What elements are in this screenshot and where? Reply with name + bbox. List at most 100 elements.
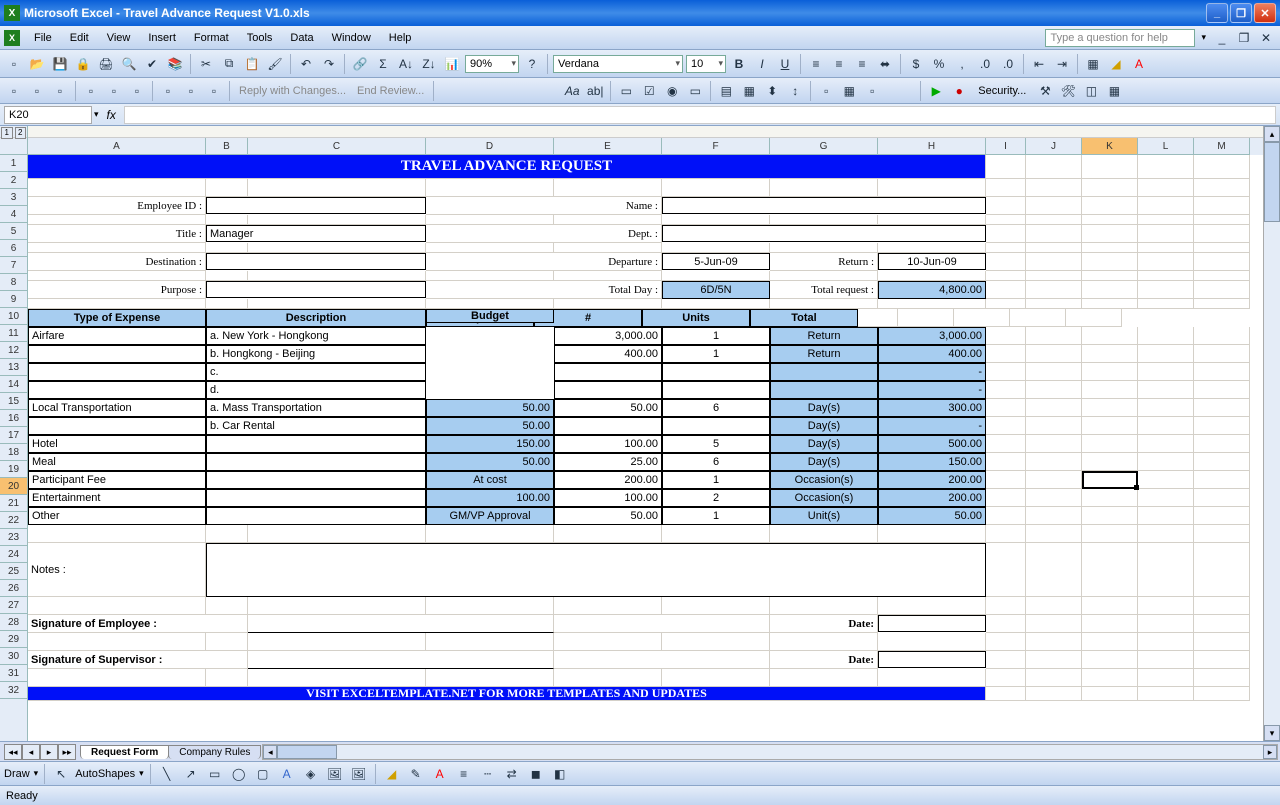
forms-icon[interactable]: ▫ bbox=[816, 81, 836, 101]
cell[interactable] bbox=[426, 215, 554, 225]
cell-num[interactable]: 6 bbox=[662, 453, 770, 471]
cell[interactable] bbox=[554, 615, 770, 633]
cell[interactable] bbox=[1138, 507, 1194, 525]
cell[interactable] bbox=[986, 299, 1026, 309]
cell[interactable] bbox=[1194, 615, 1250, 633]
cell[interactable] bbox=[986, 651, 1026, 669]
cell-request[interactable]: 25.00 bbox=[554, 453, 662, 471]
cell[interactable] bbox=[1026, 417, 1082, 435]
row-header-32[interactable]: 32 bbox=[0, 682, 27, 699]
cell[interactable] bbox=[770, 597, 878, 615]
arrowstyle-icon[interactable]: ⇄ bbox=[502, 764, 522, 784]
sheet-tab-request-form[interactable]: Request Form bbox=[80, 745, 169, 759]
cell[interactable] bbox=[426, 597, 554, 615]
cell-budget[interactable]: At cost bbox=[426, 471, 554, 489]
cell[interactable] bbox=[1138, 633, 1194, 651]
cell[interactable] bbox=[554, 299, 662, 309]
cell[interactable] bbox=[1026, 507, 1082, 525]
cell[interactable] bbox=[206, 243, 248, 253]
tb-icon[interactable]: ▫ bbox=[204, 81, 224, 101]
row-header-25[interactable]: 25 bbox=[0, 563, 27, 580]
fontcolor-icon[interactable]: A bbox=[430, 764, 450, 784]
cell[interactable] bbox=[1194, 271, 1250, 281]
new-icon[interactable]: ▫ bbox=[4, 54, 24, 74]
formula-bar[interactable] bbox=[124, 106, 1276, 124]
cell[interactable] bbox=[1082, 471, 1138, 489]
cell-request[interactable]: 400.00 bbox=[554, 345, 662, 363]
cell-request[interactable]: 3,000.00 bbox=[554, 327, 662, 345]
cell[interactable] bbox=[986, 225, 1026, 243]
cell-request[interactable]: 200.00 bbox=[554, 471, 662, 489]
cell[interactable] bbox=[554, 525, 662, 543]
row-header-9[interactable]: 9 bbox=[0, 291, 27, 308]
copy-icon[interactable]: ⧉ bbox=[219, 54, 239, 74]
align-center-icon[interactable]: ≡ bbox=[829, 54, 849, 74]
departure-input[interactable]: 5-Jun-09 bbox=[662, 253, 770, 270]
cell[interactable] bbox=[662, 271, 770, 281]
outline-1-button[interactable]: 1 bbox=[1, 127, 13, 139]
cell[interactable] bbox=[1026, 179, 1082, 197]
cell[interactable] bbox=[1194, 651, 1250, 669]
wordart-icon[interactable]: A bbox=[277, 764, 297, 784]
cell[interactable] bbox=[1010, 309, 1066, 327]
row-header-5[interactable]: 5 bbox=[0, 223, 27, 240]
cell[interactable] bbox=[206, 179, 248, 197]
cell[interactable] bbox=[554, 597, 662, 615]
cell[interactable] bbox=[986, 543, 1026, 597]
minimize-button[interactable]: _ bbox=[1206, 3, 1228, 23]
col-header-B[interactable]: B bbox=[206, 138, 248, 155]
cell-type[interactable]: Participant Fee bbox=[28, 471, 206, 489]
cell[interactable] bbox=[28, 215, 206, 225]
row-header-6[interactable]: 6 bbox=[0, 240, 27, 257]
cell[interactable] bbox=[1194, 597, 1250, 615]
cell[interactable] bbox=[554, 179, 662, 197]
cell-request[interactable] bbox=[554, 363, 662, 381]
cell[interactable] bbox=[1082, 345, 1138, 363]
cell[interactable] bbox=[28, 633, 206, 651]
cell[interactable] bbox=[426, 271, 554, 281]
sort-desc-icon[interactable]: Z↓ bbox=[419, 54, 439, 74]
col-header-C[interactable]: C bbox=[248, 138, 426, 155]
cell[interactable] bbox=[986, 243, 1026, 253]
cell[interactable] bbox=[1138, 543, 1194, 597]
cell[interactable] bbox=[1138, 215, 1194, 225]
spell-icon[interactable]: ✔ bbox=[142, 54, 162, 74]
cell-num[interactable]: 1 bbox=[662, 327, 770, 345]
col-header-F[interactable]: F bbox=[662, 138, 770, 155]
select-icon[interactable]: ↖ bbox=[51, 764, 71, 784]
cell[interactable] bbox=[1026, 597, 1082, 615]
cell[interactable] bbox=[878, 633, 986, 651]
3d-icon[interactable]: ◧ bbox=[550, 764, 570, 784]
currency-icon[interactable]: $ bbox=[906, 54, 926, 74]
cell-desc[interactable] bbox=[206, 471, 426, 489]
cell[interactable] bbox=[28, 597, 206, 615]
menu-insert[interactable]: Insert bbox=[140, 30, 184, 46]
cell[interactable] bbox=[1082, 197, 1138, 215]
cut-icon[interactable]: ✂ bbox=[196, 54, 216, 74]
permission-icon[interactable]: 🔒 bbox=[73, 54, 93, 74]
return-input[interactable]: 10-Jun-09 bbox=[878, 253, 986, 270]
cell[interactable] bbox=[1026, 615, 1082, 633]
cell[interactable] bbox=[662, 633, 770, 651]
cell[interactable] bbox=[1138, 327, 1194, 345]
cell[interactable] bbox=[248, 299, 426, 309]
design-icon[interactable]: ◫ bbox=[1081, 81, 1101, 101]
row-header-30[interactable]: 30 bbox=[0, 648, 27, 665]
row-header-4[interactable]: 4 bbox=[0, 206, 27, 223]
cell-request[interactable]: 100.00 bbox=[554, 435, 662, 453]
cell[interactable] bbox=[248, 597, 426, 615]
research-icon[interactable]: 📚 bbox=[165, 54, 185, 74]
cell[interactable] bbox=[986, 271, 1026, 281]
col-header-L[interactable]: L bbox=[1138, 138, 1194, 155]
inc-decimal-icon[interactable]: .0 bbox=[975, 54, 995, 74]
cell-num[interactable]: 1 bbox=[662, 507, 770, 525]
cell[interactable] bbox=[426, 243, 554, 253]
linestyle-icon[interactable]: ≡ bbox=[454, 764, 474, 784]
forms-icon[interactable]: ▫ bbox=[862, 81, 882, 101]
open-icon[interactable]: 📂 bbox=[27, 54, 47, 74]
font-color-icon[interactable]: A bbox=[1129, 54, 1149, 74]
cell[interactable] bbox=[1138, 615, 1194, 633]
cell[interactable] bbox=[770, 633, 878, 651]
underline-button[interactable]: U bbox=[775, 54, 795, 74]
cell[interactable] bbox=[986, 471, 1026, 489]
